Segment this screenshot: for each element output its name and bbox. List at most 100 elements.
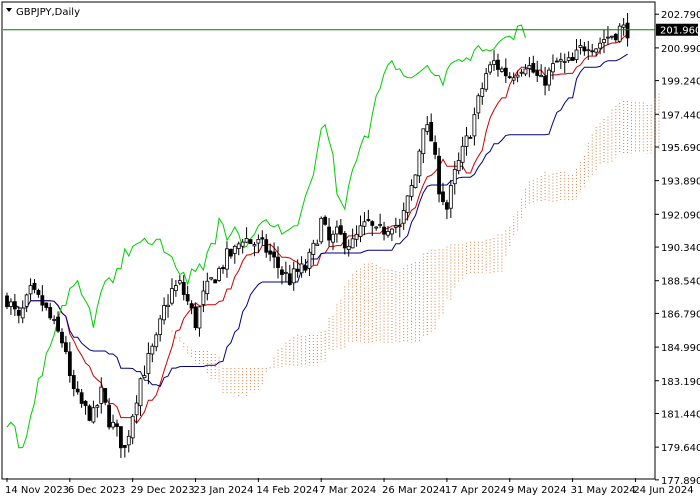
candlestick xyxy=(535,60,540,83)
candle-body xyxy=(291,268,296,284)
price-tick-label: 197.440 xyxy=(661,110,700,121)
candlestick xyxy=(570,52,575,61)
candle-body xyxy=(468,136,473,139)
candle-body xyxy=(456,160,461,172)
candle-body xyxy=(499,68,504,72)
candle-body xyxy=(315,243,320,246)
candle-body xyxy=(523,68,528,75)
candle-body xyxy=(437,155,441,195)
candlestick xyxy=(205,272,210,301)
candle-body xyxy=(460,145,465,163)
candle-body xyxy=(507,76,512,79)
candlestick xyxy=(287,264,292,286)
candlestick xyxy=(103,388,108,406)
candlestick xyxy=(158,314,163,342)
candle-body xyxy=(303,265,308,271)
candlestick xyxy=(162,297,167,325)
candle-body xyxy=(433,142,438,155)
candle-body xyxy=(91,407,96,423)
candlestick xyxy=(433,135,438,160)
candle-body xyxy=(295,268,300,272)
candlestick xyxy=(311,239,316,265)
candlestick xyxy=(12,293,17,317)
candle-body xyxy=(362,221,367,227)
candle-body xyxy=(598,42,602,49)
candlestick xyxy=(323,215,328,226)
candle-body xyxy=(452,169,457,185)
candle-body xyxy=(232,245,237,254)
candlestick xyxy=(327,217,331,247)
candlestick xyxy=(260,230,265,246)
symbol-timeframe-label: GBPJPY,Daily xyxy=(16,7,80,18)
candlestick xyxy=(232,244,237,264)
candlestick xyxy=(134,395,139,423)
candle-body xyxy=(32,282,37,290)
candle-body xyxy=(606,36,610,39)
candle-body xyxy=(150,345,155,355)
ichimoku-cloud xyxy=(167,93,660,398)
candle-body xyxy=(535,70,540,76)
candlestick xyxy=(60,328,64,348)
candle-body xyxy=(268,250,273,255)
candlestick xyxy=(429,113,434,142)
candlestick xyxy=(409,179,414,201)
candle-body xyxy=(590,50,595,53)
candlestick xyxy=(480,82,485,105)
candlestick xyxy=(366,209,371,222)
candle-body xyxy=(554,60,559,63)
candlestick xyxy=(5,292,9,310)
candlestick xyxy=(527,57,532,78)
chart-canvas[interactable]: 202.790 200.990 199.240 197.440 195.690 193.8… xyxy=(0,0,700,500)
price-tick-label: 195.690 xyxy=(661,143,700,154)
candle-body xyxy=(566,57,571,61)
candle-body xyxy=(547,69,551,86)
candlestick xyxy=(472,107,477,146)
chart-window[interactable]: 202.790 200.990 199.240 197.440 195.690 193.8… xyxy=(0,0,700,500)
price-tick-label: 188.540 xyxy=(661,277,700,288)
candlestick xyxy=(566,51,571,63)
candle-body xyxy=(173,285,178,292)
candlestick xyxy=(503,58,508,83)
candlestick xyxy=(602,29,606,54)
candle-body xyxy=(425,124,430,132)
candle-body xyxy=(562,61,567,63)
candle-body xyxy=(488,64,493,73)
price-axis: 202.790 200.990 199.240 197.440 195.690 193.8… xyxy=(655,10,700,487)
time-tick-label: 17 Apr 2024 xyxy=(445,485,507,496)
candle-body xyxy=(480,88,485,97)
candlestick xyxy=(390,228,394,242)
candle-body xyxy=(511,77,516,81)
candlestick xyxy=(16,306,21,324)
candle-body xyxy=(539,74,544,78)
candle-body xyxy=(558,59,563,62)
symbol-header[interactable]: GBPJPY,Daily xyxy=(6,7,80,18)
price-tick-label: 193.890 xyxy=(661,177,700,188)
candlestick xyxy=(413,174,418,189)
candle-body xyxy=(264,239,269,253)
candlestick xyxy=(48,302,53,321)
candle-body xyxy=(586,49,591,52)
candle-body xyxy=(283,271,288,274)
candle-body xyxy=(405,195,410,213)
candlestick xyxy=(142,365,147,379)
candlestick xyxy=(189,300,194,315)
candlestick xyxy=(397,218,402,238)
price-tick-label: 184.990 xyxy=(661,343,700,354)
candle-body xyxy=(327,226,331,241)
candlestick xyxy=(244,227,249,244)
price-tick-label: 199.240 xyxy=(661,77,700,88)
candle-body xyxy=(472,114,477,137)
candle-body xyxy=(119,426,123,449)
candlestick xyxy=(201,280,206,313)
candle-body xyxy=(64,342,68,352)
triangle-down-icon[interactable] xyxy=(6,8,12,12)
candle-body xyxy=(5,295,9,308)
candle-body xyxy=(445,202,449,210)
plot-frame xyxy=(1,1,656,480)
time-tick-label: 9 May 2024 xyxy=(508,485,567,496)
candle-body xyxy=(12,301,17,310)
candle-body xyxy=(582,46,587,52)
time-tick-label: 26 Mar 2024 xyxy=(382,485,445,496)
candle-body xyxy=(56,316,60,332)
candlestick xyxy=(197,305,202,337)
